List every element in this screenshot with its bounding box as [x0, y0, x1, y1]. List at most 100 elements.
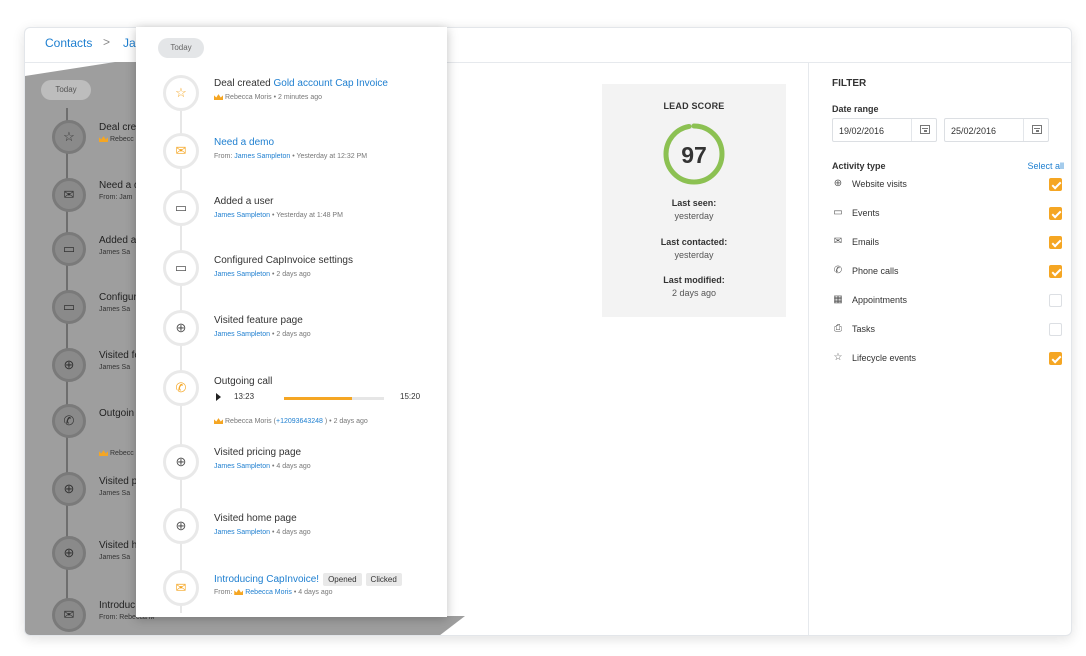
bg-mail-icon: ✉ [52, 178, 86, 212]
bg-item-title: Configur [99, 292, 137, 303]
activity-tasks[interactable]: ⎙ Tasks [832, 321, 1062, 339]
emails-checkbox[interactable] [1049, 236, 1062, 249]
deal-link[interactable]: Gold account Cap Invoice [273, 78, 388, 89]
website-visits-checkbox[interactable] [1049, 178, 1062, 191]
appointments-checkbox[interactable] [1049, 294, 1062, 307]
mail-icon: ✉ [833, 236, 843, 247]
breadcrumb-contacts-link[interactable]: Contacts [45, 36, 92, 50]
timeline-item-meta: James Sampleton • 4 days ago [214, 529, 311, 536]
phone-calls-checkbox[interactable] [1049, 265, 1062, 278]
popup-shadow-wedge [155, 616, 465, 635]
tasks-checkbox[interactable] [1049, 323, 1062, 336]
crown-icon [214, 418, 223, 425]
timeline-item-title: Configured CapInvoice settings [214, 255, 353, 266]
last-seen-value: yesterday [674, 211, 714, 221]
crown-icon [234, 589, 244, 596]
activity-label: Tasks [852, 324, 876, 334]
last-contacted-value: yesterday [674, 250, 714, 260]
card-icon: ▭ [163, 250, 199, 286]
timeline-item-title: Deal created Gold account Cap Invoice [214, 78, 388, 89]
person-link[interactable]: James Sampleton [214, 331, 270, 338]
mail-icon: ✉ [163, 570, 199, 606]
timeline-item-title: Need a demo [214, 137, 274, 148]
last-modified-value: 2 days ago [671, 288, 717, 298]
player-total-time: 15:20 [400, 392, 421, 401]
bg-item-sub: James Sa [99, 554, 131, 561]
email-link[interactable]: Introducing CapInvoice! [214, 574, 319, 585]
globe-icon: ⊕ [163, 444, 199, 480]
timeline-item-title: Visited home page [214, 513, 297, 524]
bg-item-title: Need a d [99, 180, 140, 191]
bg-globe-icon: ⊕ [52, 472, 86, 506]
calendar-icon[interactable] [1032, 125, 1042, 134]
crown-icon [214, 94, 223, 101]
activity-label: Events [852, 208, 880, 218]
star-icon: ☆ [833, 352, 843, 363]
bg-item-sub: Rebecc [99, 450, 134, 457]
last-contacted-label: Last contacted: [660, 237, 728, 247]
clicked-badge: Clicked [365, 573, 402, 586]
activity-appointments[interactable]: ▦ Appointments [832, 292, 1062, 310]
activity-label: Lifecycle events [852, 353, 917, 363]
select-all-link[interactable]: Select all [1027, 161, 1064, 171]
bg-phone-icon: ✆ [52, 404, 86, 438]
activity-label: Appointments [852, 295, 908, 305]
phone-number-link[interactable]: +12093643248 [276, 418, 323, 425]
person-link[interactable]: James Sampleton [214, 212, 270, 219]
person-link[interactable]: Rebecca Moris [245, 589, 292, 596]
activity-label: Emails [852, 237, 880, 247]
date-to-value: 25/02/2016 [951, 126, 997, 136]
date-separator [911, 119, 912, 141]
activity-events[interactable]: ▭ Events [832, 205, 1062, 223]
person-link[interactable]: James Sampleton [214, 529, 270, 536]
globe-icon: ⊕ [163, 310, 199, 346]
bg-item-title: Visited h [99, 540, 138, 551]
bg-item-title: Introduc [99, 600, 136, 611]
timeline-item-meta: James Sampleton • Yesterday at 1:48 PM [214, 212, 343, 219]
date-from-field[interactable]: 19/02/2016 [832, 118, 937, 142]
activity-lifecycle-events[interactable]: ☆ Lifecycle events [832, 350, 1062, 368]
person-link[interactable]: James Sampleton [234, 153, 290, 160]
timeline-item-meta: James Sampleton • 4 days ago [214, 463, 311, 470]
date-separator [1023, 119, 1024, 141]
bg-mail-icon: ✉ [52, 598, 86, 632]
timeline-item-meta: James Sampleton • 2 days ago [214, 271, 311, 278]
timeline-item-meta: Rebecca Moris (+12093643248 ) • 2 days a… [214, 418, 368, 425]
bg-today-pill: Today [41, 80, 91, 100]
activity-phone-calls[interactable]: ✆ Phone calls [832, 263, 1062, 281]
call-audio-player: 13:23 15:20 [216, 392, 420, 406]
globe-icon: ⊕ [163, 508, 199, 544]
bg-item-sub: James Sa [99, 249, 131, 256]
events-checkbox[interactable] [1049, 207, 1062, 220]
activity-website-visits[interactable]: ⊕ Website visits [832, 176, 1062, 194]
player-progress-track[interactable] [284, 397, 384, 400]
person-link[interactable]: James Sampleton [214, 271, 270, 278]
tasks-icon: ⎙ [834, 323, 842, 334]
calendar-icon[interactable] [920, 125, 930, 134]
date-to-field[interactable]: 25/02/2016 [944, 118, 1049, 142]
bg-item-title: Outgoin [99, 408, 135, 419]
person-link[interactable]: James Sampleton [214, 463, 270, 470]
timeline-item-title: Outgoing call [214, 376, 273, 387]
lifecycle-events-checkbox[interactable] [1049, 352, 1062, 365]
crown-icon [99, 136, 108, 143]
bg-item-sub: From: Jam [99, 194, 133, 201]
timeline-item-title: Added a user [214, 196, 274, 207]
activity-type-label: Activity type [832, 161, 886, 171]
lead-score-value: 97 [681, 142, 707, 168]
card-icon: ▭ [833, 207, 843, 218]
bg-item-title: Added a [99, 235, 137, 246]
player-progress-fill [284, 397, 352, 400]
activity-emails[interactable]: ✉ Emails [832, 234, 1062, 252]
bg-star-icon: ☆ [52, 120, 86, 154]
date-from-value: 19/02/2016 [839, 126, 885, 136]
phone-icon: ✆ [163, 370, 199, 406]
breadcrumb-separator: > [103, 35, 111, 49]
player-current-time: 13:23 [234, 392, 255, 401]
date-range-label: Date range [832, 104, 879, 114]
email-link[interactable]: Need a demo [214, 137, 274, 148]
play-icon[interactable] [216, 393, 221, 401]
phone-icon: ✆ [833, 265, 843, 276]
bg-item-title: Deal cre [99, 122, 137, 133]
opened-badge: Opened [323, 573, 362, 586]
